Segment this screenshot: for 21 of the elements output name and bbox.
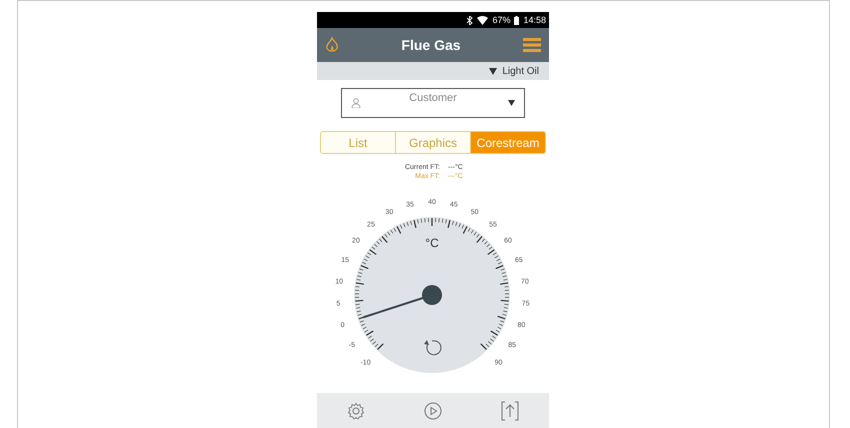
battery-level: 67% — [492, 15, 510, 25]
settings-icon[interactable] — [346, 402, 365, 420]
customer-dropdown[interactable]: Customer — [341, 88, 525, 118]
tab[interactable]: List — [321, 132, 395, 153]
clock-time: 14:58 — [523, 15, 546, 25]
screen-title: Flue Gas — [401, 37, 461, 53]
person-icon — [351, 98, 361, 108]
wifi-icon — [477, 16, 488, 24]
battery-icon — [514, 16, 520, 24]
unit-label: °C — [425, 236, 439, 250]
reset-icon[interactable] — [424, 340, 442, 356]
bluetooth-icon — [467, 16, 474, 24]
fuel-type[interactable]: Light Oil — [502, 66, 539, 76]
flame-icon[interactable] — [325, 37, 339, 53]
menu-icon[interactable] — [522, 37, 541, 53]
caret-icon — [508, 100, 515, 106]
export-icon[interactable] — [501, 401, 520, 421]
tab[interactable]: Graphics — [395, 132, 470, 153]
dropdown-arrow-icon[interactable] — [489, 68, 498, 74]
play-icon[interactable] — [424, 402, 442, 420]
tab[interactable]: Corestream — [470, 132, 545, 153]
